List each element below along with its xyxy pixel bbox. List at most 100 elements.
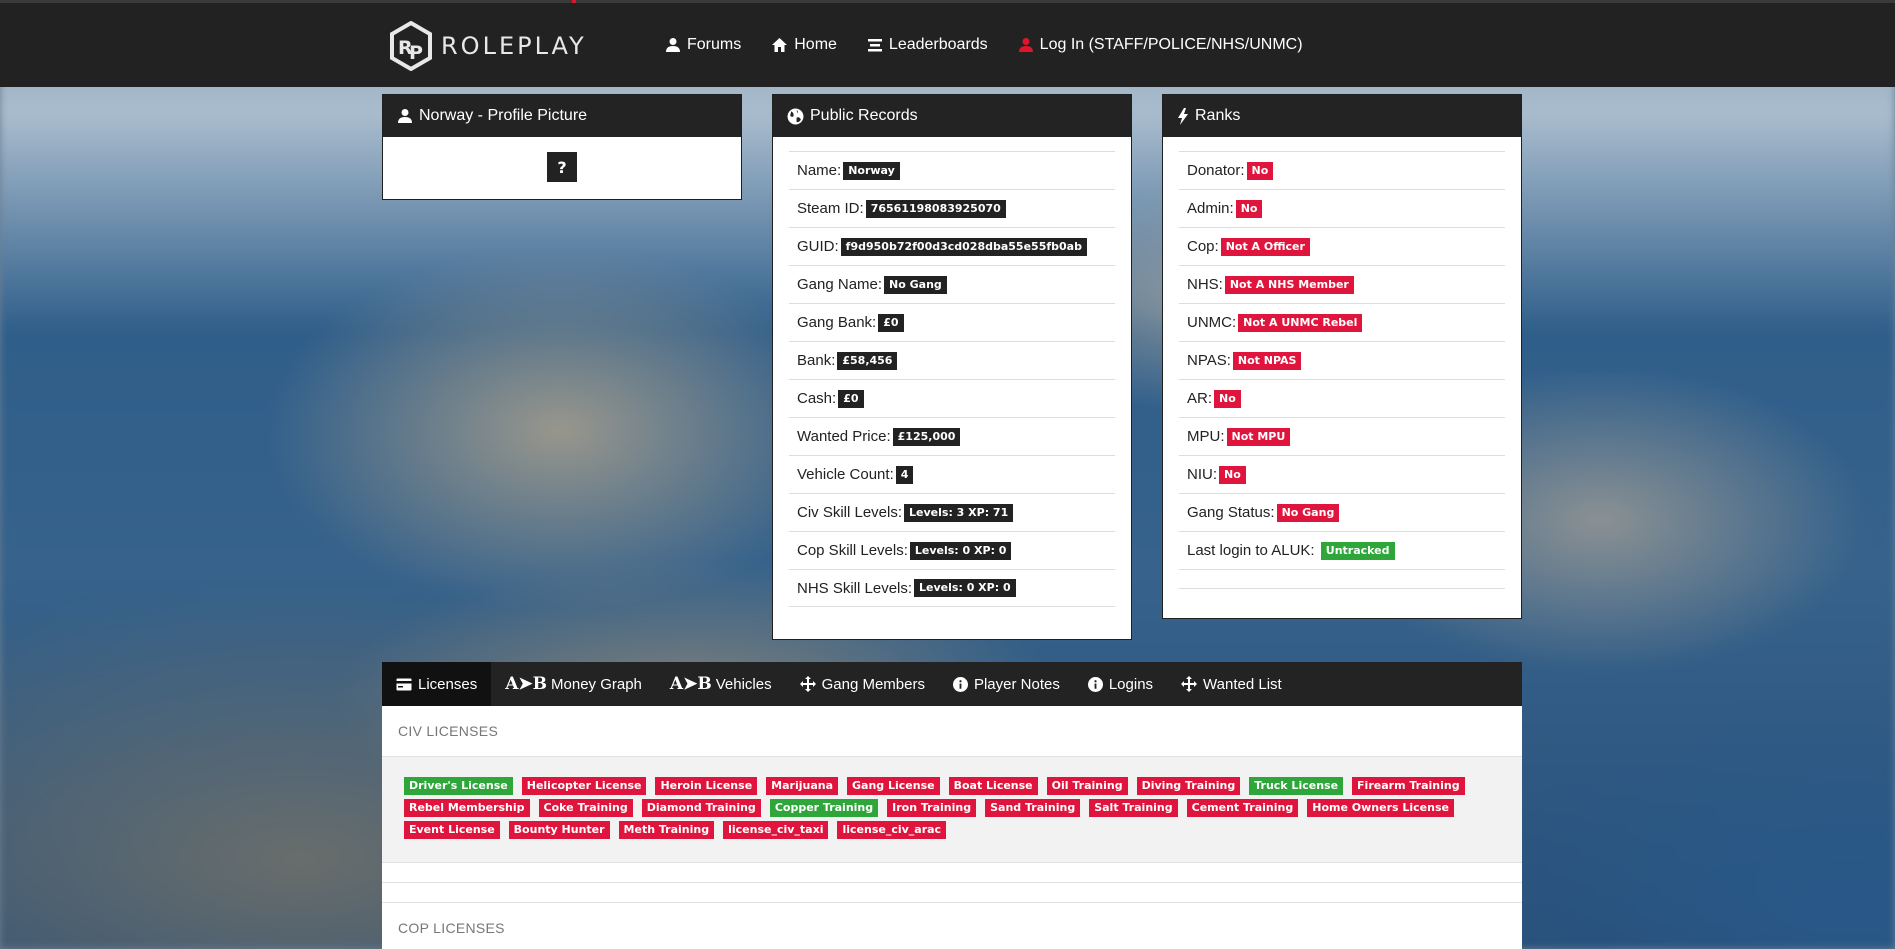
- record-value: Levels: 0 XP: 0: [914, 579, 1016, 597]
- license-badge: license_civ_taxi: [723, 821, 829, 839]
- rank-label: AR:: [1187, 390, 1213, 407]
- record-label: Wanted Price:: [797, 428, 891, 445]
- profile-panel: Norway - Profile Picture ?: [382, 94, 742, 200]
- profile-picture-placeholder[interactable]: ?: [547, 152, 577, 182]
- tab-vehicles[interactable]: A➤B Vehicles: [656, 662, 786, 706]
- rank-label: Donator:: [1187, 162, 1245, 179]
- record-value: Norway: [843, 161, 900, 180]
- record-label: Cop Skill Levels:: [797, 542, 908, 559]
- info-icon: [952, 676, 968, 692]
- license-line-2: Rebel Membership Coke Training Diamond T…: [404, 799, 1502, 817]
- ab-icon: A➤B: [669, 674, 712, 694]
- rank-label: Gang Status:: [1187, 504, 1275, 521]
- tab-gang-members[interactable]: Gang Members: [786, 662, 939, 706]
- public-records-header: Public Records: [773, 95, 1131, 137]
- license-badge: Event License: [404, 821, 500, 839]
- rank-value: Untracked: [1320, 541, 1395, 560]
- tab-licenses-label: Licenses: [418, 675, 478, 693]
- record-value: Levels: 3 XP: 71: [904, 503, 1014, 522]
- ab-icon: A➤B: [505, 674, 548, 694]
- license-badge: Coke Training: [538, 799, 633, 817]
- tab-licenses[interactable]: Licenses: [382, 662, 492, 706]
- record-row-gang-bank: Gang Bank: £0: [789, 303, 1115, 341]
- license-badge: Salt Training: [1089, 799, 1178, 817]
- rank-row-unmc: UNMC: Not A UNMC Rebel: [1179, 303, 1505, 341]
- tab-money-graph-label: Money Graph: [551, 675, 642, 693]
- record-label: Civ Skill Levels:: [797, 504, 903, 521]
- ranks-title: Ranks: [1195, 107, 1241, 124]
- license-badge: Boat License: [948, 777, 1038, 795]
- record-row-bank: Bank: £58,456: [789, 341, 1115, 379]
- rank-row-last-login: Last login to ALUK: Untracked: [1179, 531, 1505, 569]
- list-icon: [867, 39, 882, 52]
- public-records-title: Public Records: [810, 107, 918, 124]
- profile-panel-title: Norway - Profile Picture: [419, 107, 588, 124]
- record-value: 76561198083925070: [865, 199, 1006, 218]
- user-icon: [398, 109, 412, 123]
- rank-row-admin: Admin: No: [1179, 189, 1505, 227]
- license-badge: Helicopter License: [521, 777, 647, 795]
- nav-forums-label: Forums: [687, 36, 742, 53]
- rank-value: No: [1214, 389, 1241, 408]
- record-row-cash: Cash: £0: [789, 379, 1115, 417]
- licenses-content: CIV LICENSES Driver's License Helicopter…: [382, 706, 1522, 949]
- svg-text:P: P: [409, 42, 423, 64]
- move-icon: [799, 676, 816, 692]
- civ-licenses-title: CIV LICENSES: [398, 723, 499, 739]
- rank-label: UNMC:: [1187, 314, 1237, 331]
- rank-label: Admin:: [1187, 200, 1234, 217]
- record-value: £0: [878, 313, 904, 332]
- brand-logo[interactable]: R P ROLEPLAY: [389, 20, 587, 72]
- rank-row-npas: NPAS: Not NPAS: [1179, 341, 1505, 379]
- record-row-civ-skill: Civ Skill Levels: Levels: 3 XP: 71: [789, 493, 1115, 531]
- tab-logins[interactable]: Logins: [1074, 662, 1167, 706]
- rank-label: NHS:: [1187, 276, 1223, 293]
- rank-row-ar: AR: No: [1179, 379, 1505, 417]
- rank-value: No: [1235, 199, 1263, 218]
- ranks-header: Ranks: [1163, 95, 1521, 137]
- nav-leaderboards[interactable]: Leaderboards: [867, 36, 988, 54]
- rank-value: No: [1219, 465, 1246, 484]
- record-row-wanted-price: Wanted Price: £125,000: [789, 417, 1115, 455]
- license-badge: Sand Training: [985, 799, 1081, 817]
- record-value: Levels: 0 XP: 0: [909, 541, 1012, 560]
- bolt-icon: [1178, 107, 1188, 125]
- rank-value: Not A Officer: [1220, 237, 1310, 256]
- tab-player-notes[interactable]: Player Notes: [939, 662, 1074, 706]
- nav-home-label: Home: [794, 36, 837, 53]
- record-value: 4: [895, 465, 914, 484]
- tab-wanted-list-label: Wanted List: [1203, 675, 1282, 693]
- tab-money-graph[interactable]: A➤B Money Graph: [491, 662, 656, 706]
- record-row-cop-skill: Cop Skill Levels: Levels: 0 XP: 0: [789, 531, 1115, 569]
- license-line-1: Driver's License Helicopter License Hero…: [404, 777, 1502, 795]
- nav-login-label: Log In (STAFF/POLICE/NHS/UNMC): [1039, 36, 1303, 53]
- divider: [382, 863, 1522, 883]
- nav-home[interactable]: Home: [771, 36, 837, 54]
- rank-value: Not NPAS: [1232, 351, 1302, 370]
- ranks-panel: Ranks Donator: No Admin: No Cop: Not A Offi…: [1162, 94, 1522, 619]
- record-label: NHS Skill Levels:: [797, 579, 913, 597]
- record-row-steam-id: Steam ID: 76561198083925070: [789, 189, 1115, 227]
- tab-wanted-list[interactable]: Wanted List: [1167, 662, 1296, 706]
- nav-forums[interactable]: Forums: [665, 36, 741, 54]
- card-icon: [396, 678, 412, 690]
- license-badge: Truck License: [1249, 777, 1344, 795]
- nav-login[interactable]: Log In (STAFF/POLICE/NHS/UNMC): [1018, 36, 1303, 54]
- license-badge: Cement Training: [1186, 799, 1299, 817]
- rank-row-nhs: NHS: Not A NHS Member: [1179, 265, 1505, 303]
- rank-label: Last login to ALUK:: [1187, 542, 1315, 559]
- ranks-list: Donator: No Admin: No Cop: Not A Officer NH…: [1163, 137, 1521, 589]
- profile-tabs: Licenses A➤B Money Graph A➤B Vehicles Ga…: [382, 662, 1522, 706]
- record-value: f9d950b72f00d3cd028dba55e55fb0ab: [840, 237, 1087, 256]
- profile-panel-header: Norway - Profile Picture: [383, 95, 741, 137]
- license-badge: Meth Training: [618, 821, 715, 839]
- rank-label: MPU:: [1187, 428, 1225, 445]
- record-label: Cash:: [797, 390, 837, 407]
- rank-row-donator: Donator: No: [1179, 151, 1505, 189]
- rank-label: NPAS:: [1187, 352, 1231, 369]
- record-row-name: Name: Norway: [789, 151, 1115, 189]
- rp-logo-icon: R P: [389, 20, 433, 72]
- user-icon-red: [1018, 38, 1033, 52]
- record-label: Name:: [797, 162, 842, 179]
- license-badge: Driver's License: [404, 777, 513, 795]
